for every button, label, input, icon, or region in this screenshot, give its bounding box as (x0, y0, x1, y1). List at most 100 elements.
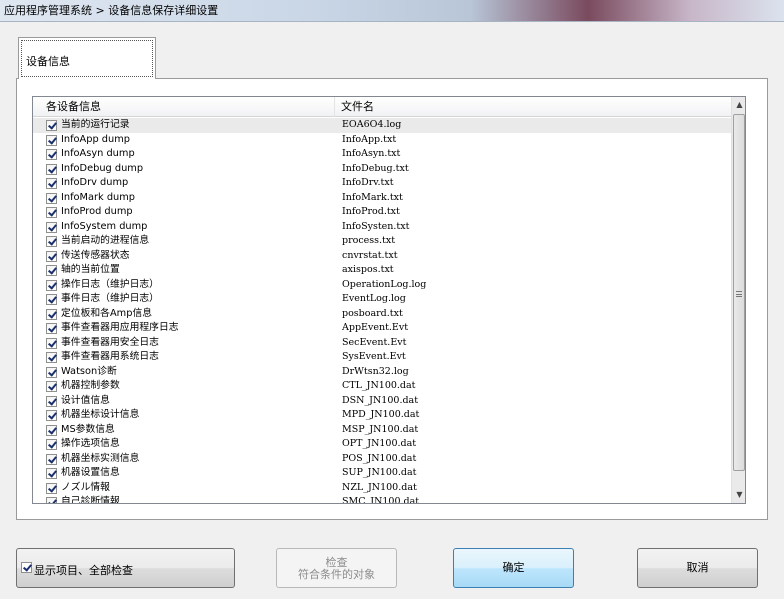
device-info-name: 机器设置信息 (61, 467, 120, 478)
table-row[interactable]: 机器控制参数 CTL_JN100.dat (33, 379, 731, 394)
table-row[interactable]: InfoMark dump InfoMark.txt (33, 191, 731, 206)
column-header-filename[interactable]: 文件名 (335, 97, 731, 117)
column-header-device-info[interactable]: 各设备信息 (33, 97, 335, 117)
row-checkbox[interactable] (46, 207, 57, 218)
row-checkbox[interactable] (46, 279, 57, 291)
device-info-name: 轴的当前位置 (61, 264, 120, 275)
table-row[interactable]: 机器设置信息 SUP_JN100.dat (33, 466, 731, 481)
table-row[interactable]: InfoProd dump InfoProd.txt (33, 205, 731, 220)
check-matching-button[interactable]: 检查 符合条件的对象 (276, 548, 397, 588)
table-row[interactable]: Watson诊断 DrWtsn32.log (33, 365, 731, 380)
tab-device-info[interactable]: 设备信息 (18, 37, 156, 79)
table-row[interactable]: 事件日志（维护日志） EventLog.log (33, 292, 731, 307)
row-checkbox[interactable] (46, 120, 57, 131)
device-info-name: 机器控制参数 (61, 380, 120, 391)
table-row[interactable]: 当前的运行记录 EOA6O4.log (33, 118, 731, 133)
check-button-line2: 符合条件的对象 (298, 568, 375, 581)
table-row[interactable]: MS参数信息 MSP_JN100.dat (33, 423, 731, 438)
table-row[interactable]: 事件查看器用应用程序日志 AppEvent.Evt (33, 321, 731, 336)
file-name: SecEvent.Evt (342, 336, 407, 348)
row-checkbox[interactable] (46, 366, 57, 378)
file-name: EventLog.log (342, 293, 406, 304)
device-info-name: InfoSystem dump (61, 220, 148, 232)
table-row[interactable]: InfoDebug dump InfoDebug.txt (33, 162, 731, 177)
file-name: posboard.txt (342, 307, 403, 319)
row-checkbox[interactable] (46, 381, 57, 392)
scrollbar-thumb[interactable] (733, 114, 745, 471)
table-row[interactable]: 机器坐标设计信息 MPD_JN100.dat (33, 408, 731, 423)
table-row[interactable]: 机器坐标实测信息 POS_JN100.dat (33, 452, 731, 467)
scroll-up-arrow-icon[interactable]: ▲ (732, 97, 745, 113)
row-checkbox[interactable] (46, 265, 57, 276)
table-row[interactable]: 事件查看器用系统日志 SysEvent.Evt (33, 350, 731, 365)
device-info-name: 事件查看器用安全日志 (61, 336, 159, 348)
scroll-down-arrow-icon[interactable]: ▼ (732, 487, 745, 503)
show-all-check-button[interactable]: 显示项目、全部检查 (16, 548, 235, 588)
file-name: InfoProd.txt (342, 206, 400, 217)
row-checkbox[interactable] (46, 323, 57, 334)
row-checkbox[interactable] (46, 424, 57, 436)
device-info-name: 操作选项信息 (61, 438, 120, 449)
file-name: process.txt (342, 235, 396, 246)
table-row[interactable]: 定位板和各Amp信息 posboard.txt (33, 307, 731, 322)
table-row[interactable]: 当前启动的进程信息 process.txt (33, 234, 731, 249)
file-name: EOA6O4.log (342, 119, 402, 130)
device-info-name: InfoApp dump (61, 133, 130, 145)
device-info-name: 自己診断情報 (61, 496, 120, 504)
table-row[interactable]: InfoSystem dump InfoSysten.txt (33, 220, 731, 235)
device-info-name: InfoAsyn dump (61, 148, 135, 159)
row-checkbox[interactable] (46, 453, 57, 465)
device-info-name: MS参数信息 (61, 423, 115, 435)
table-row[interactable]: InfoApp dump InfoApp.txt (33, 133, 731, 148)
cancel-button[interactable]: 取消 (637, 548, 758, 588)
device-info-name: 当前启动的进程信息 (61, 235, 150, 246)
row-checkbox[interactable] (46, 410, 57, 421)
row-checkbox[interactable] (46, 468, 57, 479)
row-checkbox[interactable] (46, 178, 57, 189)
table-row[interactable]: 自己診断情報 SMC_JN100.dat (33, 495, 731, 504)
checkbox[interactable] (21, 562, 32, 573)
row-checkbox[interactable] (46, 134, 57, 146)
file-name: AppEvent.Evt (342, 322, 409, 333)
table-row[interactable]: 操作选项信息 OPT_JN100.dat (33, 437, 731, 452)
file-name: SUP_JN100.dat (342, 467, 417, 478)
ok-button[interactable]: 确定 (453, 548, 574, 588)
file-name: InfoDrv.txt (342, 177, 394, 188)
row-checkbox[interactable] (46, 497, 57, 503)
file-name: InfoAsyn.txt (342, 148, 401, 159)
table-row[interactable]: 操作日志（维护日志） OperationLog.log (33, 278, 731, 293)
device-info-name: 机器坐标实测信息 (61, 452, 140, 464)
table-row[interactable]: 传送传感器状态 cnvrstat.txt (33, 249, 731, 264)
row-checkbox[interactable] (46, 352, 57, 363)
table-row[interactable]: 事件查看器用安全日志 SecEvent.Evt (33, 336, 731, 351)
row-checkbox[interactable] (46, 337, 57, 349)
row-checkbox[interactable] (46, 482, 57, 494)
row-checkbox[interactable] (46, 192, 57, 204)
file-name: OPT_JN100.dat (342, 438, 417, 449)
show-all-label: 显示项目、全部检查 (34, 564, 133, 577)
table-row[interactable]: ノズル情報 NZL_JN100.dat (33, 481, 731, 496)
row-checkbox[interactable] (46, 439, 57, 450)
row-checkbox[interactable] (46, 149, 57, 160)
row-checkbox[interactable] (46, 395, 57, 407)
file-name: NZL_JN100.dat (342, 481, 417, 493)
device-info-name: 传送传感器状态 (61, 249, 130, 261)
row-checkbox[interactable] (46, 250, 57, 262)
device-info-name: 事件日志（维护日志） (61, 293, 159, 304)
table-row[interactable]: InfoAsyn dump InfoAsyn.txt (33, 147, 731, 162)
file-name: InfoSysten.txt (342, 220, 410, 232)
row-checkbox[interactable] (46, 236, 57, 247)
row-checkbox[interactable] (46, 308, 57, 320)
table-row[interactable]: 轴的当前位置 axispos.txt (33, 263, 731, 278)
device-info-name: InfoProd dump (61, 206, 133, 217)
table-row[interactable]: 设计值信息 DSN_JN100.dat (33, 394, 731, 409)
device-info-name: InfoDrv dump (61, 177, 129, 188)
row-checkbox[interactable] (46, 163, 57, 175)
vertical-scrollbar[interactable]: ▲ ▼ (731, 97, 745, 503)
row-checkbox[interactable] (46, 221, 57, 233)
device-info-grid: 各设备信息 文件名 当前的运行记录 EOA6O4.log InfoApp dump I… (32, 96, 746, 504)
table-row[interactable]: InfoDrv dump InfoDrv.txt (33, 176, 731, 191)
grid-header: 各设备信息 文件名 (33, 97, 731, 117)
device-info-name: InfoMark dump (61, 191, 136, 203)
row-checkbox[interactable] (46, 294, 57, 305)
